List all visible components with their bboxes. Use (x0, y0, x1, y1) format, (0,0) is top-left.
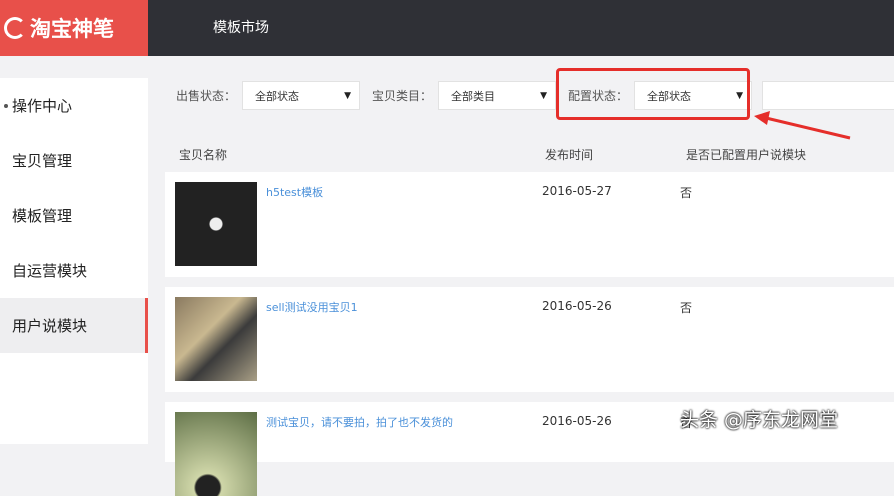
item-configured: 否 (680, 301, 693, 315)
table-row[interactable]: sell测试没用宝贝1 2016-05-26 否 (165, 287, 894, 392)
item-configured: 否 (680, 186, 693, 200)
sale-status-select[interactable]: 全部状态 ▼ (242, 81, 361, 110)
sidebar-item-label: 宝贝管理 (12, 152, 73, 170)
sidebar-item-operation-center[interactable]: 操作中心 (0, 78, 148, 133)
top-header: 淘宝神笔 模板市场 (0, 0, 894, 56)
bullet-icon (4, 103, 8, 108)
sidebar-item-label: 模板管理 (12, 207, 73, 225)
sidebar-item-self-operation[interactable]: 自运营模块 (0, 243, 148, 298)
logo-icon (4, 17, 26, 39)
column-header-configured: 是否已配置用户说模块 (686, 148, 807, 162)
sidebar-item-label: 自运营模块 (12, 262, 88, 280)
item-name-link[interactable]: 测试宝贝，请不要拍，拍了也不发货的 (266, 414, 453, 430)
item-name-link[interactable]: h5test模板 (266, 184, 323, 200)
logo-text: 淘宝神笔 (30, 17, 114, 41)
category-label: 宝贝类目： (372, 89, 433, 103)
item-thumbnail (175, 412, 257, 496)
logo[interactable]: 淘宝神笔 (0, 0, 148, 56)
sidebar-item-user-say[interactable]: 用户说模块 (0, 298, 148, 353)
sidebar-item-item-management[interactable]: 宝贝管理 (0, 133, 148, 188)
sidebar-item-label: 用户说模块 (12, 317, 88, 335)
select-value: 全部状态 (255, 89, 300, 103)
item-date: 2016-05-26 (542, 414, 612, 428)
item-thumbnail (175, 297, 257, 381)
sidebar: 操作中心 宝贝管理 模板管理 自运营模块 用户说模块 (0, 78, 148, 444)
item-date: 2016-05-26 (542, 299, 612, 313)
caret-down-icon: ▼ (540, 90, 548, 101)
highlight-box (556, 68, 750, 120)
sale-status-label: 出售状态： (176, 89, 237, 103)
search-input[interactable] (762, 81, 894, 110)
table-row[interactable]: h5test模板 2016-05-27 否 (165, 172, 894, 277)
sidebar-item-template-management[interactable]: 模板管理 (0, 188, 148, 243)
caret-down-icon: ▼ (344, 90, 352, 101)
column-header-name: 宝贝名称 (179, 148, 228, 162)
item-name-link[interactable]: sell测试没用宝贝1 (266, 299, 358, 315)
watermark: 头条 @序东龙网堂 (680, 409, 839, 431)
select-value: 全部类目 (451, 89, 496, 103)
annotation-arrow-icon (754, 111, 851, 140)
sidebar-item-label: 操作中心 (12, 97, 73, 115)
category-select[interactable]: 全部类目 ▼ (438, 81, 557, 110)
item-thumbnail (175, 182, 257, 266)
item-date: 2016-05-27 (542, 184, 612, 198)
nav-template-market[interactable]: 模板市场 (213, 17, 269, 37)
column-header-date: 发布时间 (545, 148, 594, 162)
